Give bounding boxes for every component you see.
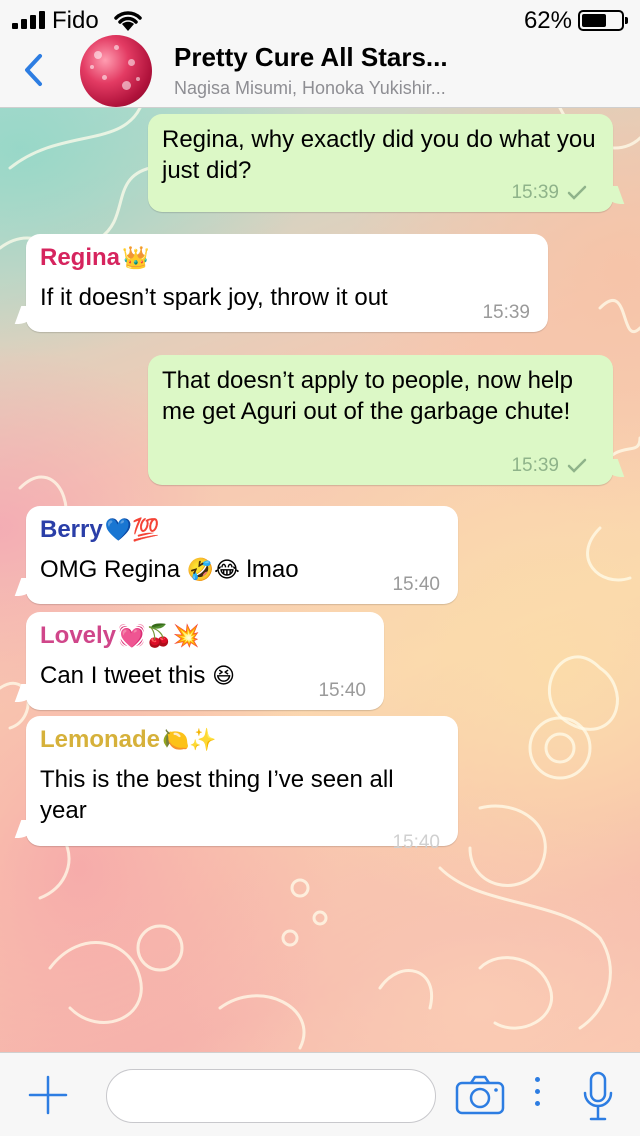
sender-emoji: 🍋✨ [162,727,217,753]
message-sender[interactable]: Lovely 💓🍒💥 [40,622,370,650]
message-outgoing[interactable]: Regina, why exactly did you do what you … [148,114,613,212]
message-sender[interactable]: Lemonade 🍋✨ [40,726,444,754]
battery-percentage: 62% [523,7,572,34]
message-time: 15:40 [318,680,366,702]
message-text: This is the best thing I’ve seen all yea… [40,766,394,824]
read-checkmark-icon [567,185,587,200]
message-outgoing[interactable]: That doesn’t apply to people, now help m… [148,355,613,485]
sender-name: Lemonade [40,726,161,753]
message-time: 15:39 [511,182,587,204]
message-input[interactable] [106,1069,436,1123]
sender-name: Lovely [40,622,117,649]
message-text-part: OMG Regina [40,556,181,583]
sender-name: Berry [40,516,103,543]
message-time: 15:40 [392,574,440,596]
message-incoming[interactable]: Regina 👑 If it doesn’t spark joy, throw … [26,234,548,332]
signal-strength-icon [12,11,48,29]
chat-header: Pretty Cure All Stars... Nagisa Misumi, … [0,35,640,108]
back-button[interactable] [18,50,50,90]
sender-emoji: 👑 [122,245,150,271]
status-bar: Fido 62% [0,0,640,40]
message-timestamp: 15:39 [482,302,530,323]
message-timestamp: 15:40 [392,574,440,595]
group-avatar[interactable] [80,35,152,107]
message-timestamp: 15:39 [511,182,559,203]
chat-participants[interactable]: Nagisa Misumi, Honoka Yukishir... [174,78,446,99]
battery-level [582,14,606,27]
message-incoming[interactable]: Lovely 💓🍒💥 Can I tweet this 😆 15:40 [26,612,384,710]
message-emoji: 😆 [212,664,236,689]
message-time: 15:39 [511,455,587,477]
message-text: Regina, why exactly did you do what you … [162,126,596,184]
message-text-part: lmao [246,556,299,583]
more-icon[interactable] [532,1077,542,1111]
message-time: 15:39 [482,302,530,324]
message-timestamp: 15:40 [392,832,440,853]
message-text: OMG Regina 🤣😂 lmao [40,554,444,586]
message-timestamp: 15:39 [511,455,559,476]
message-emoji: 🤣😂 [186,558,240,583]
plus-icon[interactable] [28,1075,68,1115]
read-checkmark-icon [567,458,587,473]
message-text: If it doesn’t spark joy, throw it out [40,284,388,311]
battery-icon [578,10,628,31]
message-text-part: Can I tweet this [40,662,206,689]
message-input-bar [0,1052,640,1136]
message-text: That doesn’t apply to people, now help m… [162,367,573,425]
microphone-icon[interactable] [582,1071,614,1123]
wifi-icon [114,11,142,31]
message-sender[interactable]: Berry 💙💯 [40,516,444,544]
carrier-name: Fido [52,7,99,34]
chat-messages-area[interactable]: Regina, why exactly did you do what you … [0,108,640,1052]
message-sender[interactable]: Regina 👑 [40,244,534,272]
camera-icon[interactable] [455,1075,505,1115]
sender-emoji: 💓🍒💥 [118,623,201,649]
message-timestamp: 15:40 [318,680,366,701]
chat-title[interactable]: Pretty Cure All Stars... [174,42,448,73]
sender-emoji: 💙💯 [104,517,160,543]
message-incoming[interactable]: Berry 💙💯 OMG Regina 🤣😂 lmao 15:40 [26,506,458,604]
message-time: 15:40 [392,832,440,854]
sender-name: Regina [40,244,121,271]
message-incoming[interactable]: Lemonade 🍋✨ This is the best thing I’ve … [26,716,458,853]
